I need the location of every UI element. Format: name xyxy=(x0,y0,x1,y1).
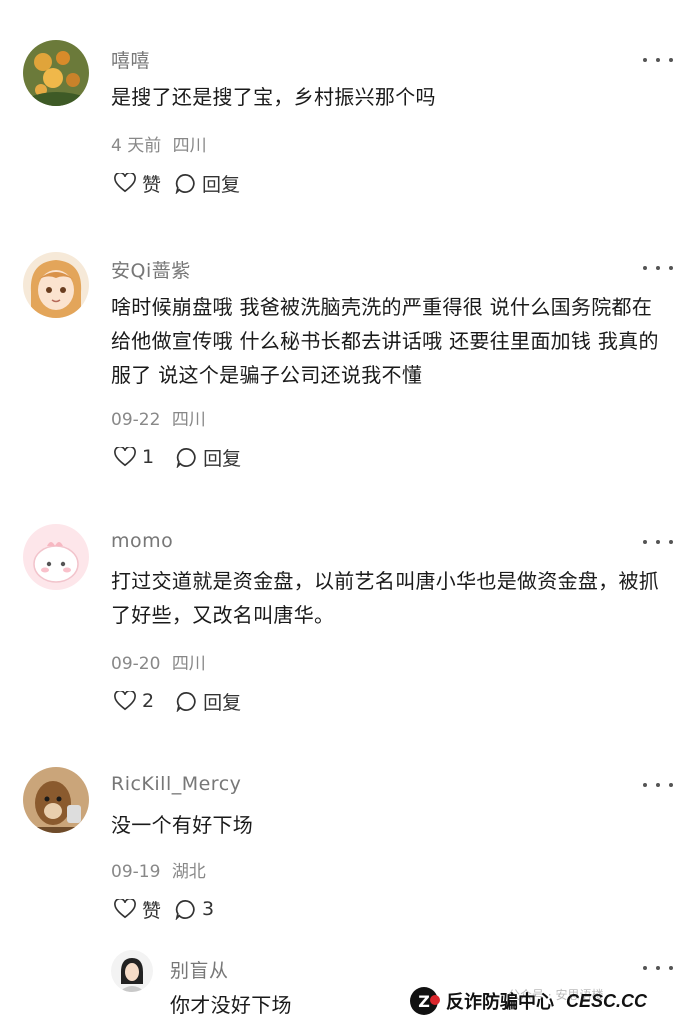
like-button[interactable]: 赞 xyxy=(114,896,161,923)
comment-location: 四川 xyxy=(171,410,206,430)
comment-actions: 赞 3 xyxy=(114,896,228,922)
like-button[interactable]: 2 xyxy=(114,690,154,712)
comment-meta: 09-20 四川 xyxy=(111,649,206,674)
reply-button[interactable]: 回复 xyxy=(176,688,241,715)
heart-icon xyxy=(114,899,136,919)
username[interactable]: 嘻嘻 xyxy=(111,46,150,73)
comment-actions: 2 回复 xyxy=(114,688,255,714)
comment-time: 09-20 xyxy=(111,654,161,674)
watermark-site: CESC.CC xyxy=(566,990,648,1011)
comment-text: 是搜了还是搜了宝，乡村振兴那个吗 xyxy=(111,85,436,109)
anti-fraud-logo-icon: Z xyxy=(410,987,440,1015)
more-options-icon[interactable] xyxy=(643,532,673,552)
comment-meta: 09-19 湖北 xyxy=(111,857,206,882)
comment-text: 没一个有好下场 xyxy=(111,813,254,837)
comment-time: 4 天前 xyxy=(111,136,162,156)
username[interactable]: RicKill_Mercy xyxy=(111,773,241,795)
pink-cartoon-avatar-icon xyxy=(23,524,89,590)
reply-button[interactable]: 回复 xyxy=(176,444,241,471)
reply-button[interactable]: 3 xyxy=(175,898,214,920)
like-count: 2 xyxy=(142,690,155,712)
avatar[interactable] xyxy=(23,767,89,833)
flower-avatar-icon xyxy=(23,40,89,106)
avatar[interactable] xyxy=(23,40,89,106)
like-count: 赞 xyxy=(142,899,162,922)
username[interactable]: 安Qi蔷紫 xyxy=(111,256,191,283)
username[interactable]: momo xyxy=(111,530,173,552)
more-options-icon[interactable] xyxy=(643,50,673,70)
comment-location: 湖北 xyxy=(171,862,206,882)
portrait-avatar-icon xyxy=(111,950,153,992)
comment-meta: 09-22 四川 xyxy=(111,405,206,430)
reply-label: 回复 xyxy=(203,691,242,714)
comment-actions: 1 回复 xyxy=(114,444,255,470)
comment-text: 啥时候崩盘哦 我爸被洗脑壳洗的严重得很 说什么国务院都在给他做宣传哦 什么秘书长… xyxy=(111,295,659,387)
heart-icon xyxy=(114,173,136,193)
comment-bubble-icon xyxy=(176,691,196,712)
avatar[interactable] xyxy=(23,252,89,318)
comment-location: 四川 xyxy=(172,136,207,156)
comment-bubble-icon xyxy=(175,173,195,194)
comment-time: 09-19 xyxy=(111,862,161,882)
watermark-label: 反诈防骗中心 xyxy=(446,992,554,1013)
username[interactable]: 别盲从 xyxy=(170,956,229,983)
heart-icon xyxy=(114,691,136,711)
comment-bubble-icon xyxy=(176,447,196,468)
like-count: 赞 xyxy=(142,173,162,196)
comment-bubble-icon xyxy=(175,899,195,920)
dog-avatar-icon xyxy=(23,767,89,833)
like-button[interactable]: 赞 xyxy=(114,170,161,197)
more-options-icon[interactable] xyxy=(643,258,673,278)
avatar[interactable] xyxy=(23,524,89,590)
like-count: 1 xyxy=(142,446,155,468)
comment-actions: 赞 回复 xyxy=(114,170,254,196)
reply-label: 回复 xyxy=(202,173,241,196)
like-button[interactable]: 1 xyxy=(114,446,154,468)
anime-girl-avatar-icon xyxy=(23,252,89,318)
comment-text: 打过交道就是资金盘，以前艺名叫唐小华也是做资金盘，被抓了好些，又改名叫唐华。 xyxy=(111,569,660,627)
avatar[interactable] xyxy=(111,950,153,992)
more-options-icon[interactable] xyxy=(643,775,673,795)
reply-label: 回复 xyxy=(203,447,242,470)
heart-icon xyxy=(114,447,136,467)
reply-text: 你才没好下场 xyxy=(170,993,292,1017)
watermark: Z 反诈防骗中心 CESC.CC xyxy=(410,985,647,1017)
comment-time: 09-22 xyxy=(111,410,161,430)
reply-button[interactable]: 回复 xyxy=(175,170,240,197)
comment-location: 四川 xyxy=(171,654,206,674)
comment-meta: 4 天前 四川 xyxy=(111,131,207,156)
reply-count: 3 xyxy=(202,898,215,920)
more-options-icon[interactable] xyxy=(643,958,673,978)
